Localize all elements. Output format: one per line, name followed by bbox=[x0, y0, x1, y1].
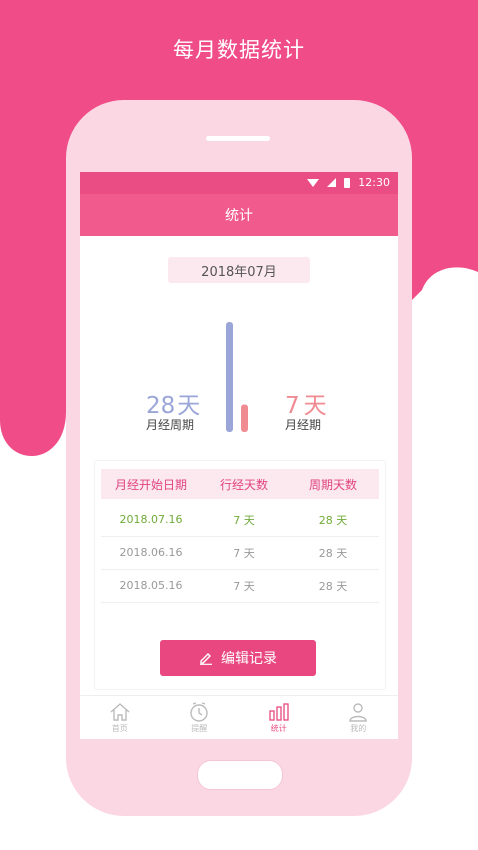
cycle-bar-chart bbox=[226, 322, 248, 432]
user-icon bbox=[349, 703, 367, 722]
row-period-days: 7 天 bbox=[233, 579, 255, 593]
table-row[interactable]: 2018.06.16 7 天 28 天 bbox=[101, 536, 379, 570]
bottom-tab-bar: 首页 提醒 统计 我的 bbox=[80, 695, 398, 739]
table-header: 月经开始日期 行经天数 周期天数 bbox=[101, 469, 379, 499]
statistics-content: 2018年07月 28天 月经周期 7天 月经期 月经开始日期 行经天数 周期天… bbox=[80, 236, 398, 695]
wifi-icon bbox=[307, 178, 320, 187]
row-date: 2018.07.16 bbox=[119, 513, 183, 526]
tab-reminder-label: 提醒 bbox=[191, 724, 208, 733]
row-date: 2018.05.16 bbox=[119, 579, 183, 592]
period-length-stat: 7天 bbox=[285, 386, 327, 420]
status-time: 12:30 bbox=[358, 176, 390, 189]
tab-reminder[interactable]: 提醒 bbox=[160, 696, 240, 739]
row-date: 2018.06.16 bbox=[119, 546, 183, 559]
home-icon bbox=[110, 703, 130, 721]
row-cycle-days: 28 天 bbox=[318, 513, 348, 527]
row-period-days: 7 天 bbox=[233, 546, 255, 560]
tab-home-label: 首页 bbox=[111, 724, 128, 733]
column-start-date: 月经开始日期 bbox=[114, 477, 187, 492]
tab-statistics[interactable]: 统计 bbox=[239, 696, 319, 739]
phone-speaker bbox=[206, 136, 270, 141]
phone-home-button[interactable] bbox=[197, 760, 283, 790]
edit-record-button[interactable]: 编辑记录 bbox=[160, 640, 316, 676]
page-title: 统计 bbox=[80, 194, 398, 236]
tab-profile[interactable]: 我的 bbox=[319, 696, 399, 739]
table-row[interactable]: 2018.05.16 7 天 28 天 bbox=[101, 569, 379, 603]
row-period-days: 7 天 bbox=[233, 513, 255, 527]
cycle-length-stat: 28天 bbox=[146, 386, 200, 420]
clock-icon bbox=[190, 702, 208, 722]
column-cycle-days: 周期天数 bbox=[308, 477, 357, 492]
promo-title: 每月数据统计 bbox=[173, 38, 305, 62]
cycle-length-label: 月经周期 bbox=[146, 418, 195, 432]
chart-bar-cycle bbox=[226, 322, 233, 432]
tab-statistics-label: 统计 bbox=[270, 724, 287, 733]
edit-record-label: 编辑记录 bbox=[221, 651, 277, 667]
period-length-label: 月经期 bbox=[285, 418, 322, 432]
chart-bar-period bbox=[241, 404, 248, 432]
column-period-days: 行经天数 bbox=[219, 477, 268, 492]
status-bar: 12:30 bbox=[80, 172, 398, 194]
pencil-icon bbox=[200, 653, 212, 665]
battery-icon bbox=[344, 177, 351, 188]
tab-profile-label: 我的 bbox=[350, 724, 367, 733]
signal-icon bbox=[327, 178, 337, 187]
row-cycle-days: 28 天 bbox=[318, 579, 348, 593]
row-cycle-days: 28 天 bbox=[318, 546, 348, 560]
month-selector[interactable]: 2018年07月 bbox=[168, 257, 310, 283]
table-row[interactable]: 2018.07.16 7 天 28 天 bbox=[101, 503, 379, 537]
app-screen: 12:30 统计 2018年07月 28天 月经周期 7天 月经期 月经开始日期… bbox=[80, 172, 398, 739]
bar-chart-icon bbox=[269, 703, 289, 721]
tab-home[interactable]: 首页 bbox=[80, 696, 160, 739]
